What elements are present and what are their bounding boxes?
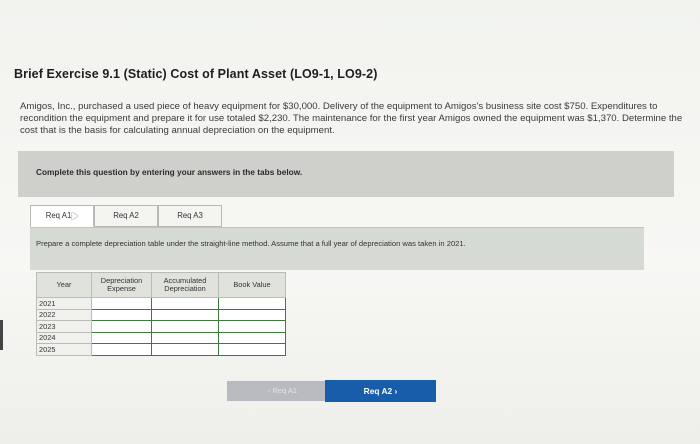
table-row: 2022 (36, 308, 286, 321)
exercise-intro: Amigos, Inc., purchased a used piece of … (20, 101, 683, 136)
accumulated-depreciation-input[interactable] (151, 308, 219, 321)
pointer-cursor-icon (72, 211, 79, 220)
year-cell: 2021 (36, 297, 92, 310)
page: Brief Exercise 9.1 (Static) Cost of Plan… (0, 0, 700, 444)
year-cell: 2025 (36, 343, 92, 356)
year-cell: 2022 (36, 308, 92, 321)
table-row: 2024 (36, 331, 286, 344)
tab-req-a3[interactable]: Req A3 (158, 205, 222, 227)
header-accumulated-depreciation: Accumulated Depreciation (151, 272, 219, 298)
prompt-text: Prepare a complete depreciation table un… (36, 239, 466, 248)
table-header-row: Year Depreciation Expense Accumulated De… (36, 272, 286, 298)
book-value-input[interactable] (218, 343, 286, 356)
tab-req-a2[interactable]: Req A2 (94, 205, 158, 227)
tab-label: Req A1 (45, 211, 72, 220)
header-year: Year (36, 272, 92, 298)
book-value-input[interactable] (218, 331, 286, 344)
exercise-title: Brief Exercise 9.1 (Static) Cost of Plan… (14, 67, 378, 81)
instruction-text: Complete this question by entering your … (36, 167, 303, 177)
tab-label: Req A2 (113, 211, 139, 220)
table-row: 2023 (36, 320, 286, 333)
header-depreciation-expense: Depreciation Expense (91, 272, 152, 298)
instruction-bar: Complete this question by entering your … (18, 151, 674, 197)
book-value-input[interactable] (218, 297, 286, 310)
depreciation-expense-input[interactable] (91, 343, 152, 356)
table-row: 2021 (36, 297, 286, 310)
year-cell: 2024 (36, 331, 92, 344)
accumulated-depreciation-input[interactable] (151, 297, 219, 310)
accumulated-depreciation-input[interactable] (151, 320, 219, 333)
depreciation-table: Year Depreciation Expense Accumulated De… (36, 272, 286, 356)
edge-divider (0, 320, 3, 350)
prompt-panel: Prepare a complete depreciation table un… (30, 227, 644, 270)
depreciation-expense-input[interactable] (91, 331, 152, 344)
depreciation-expense-input[interactable] (91, 320, 152, 333)
next-req-button[interactable]: Req A2 › (325, 380, 436, 402)
prev-req-button[interactable]: ‹ Req A1 (227, 381, 338, 401)
depreciation-expense-input[interactable] (91, 308, 152, 321)
depreciation-expense-input[interactable] (91, 297, 152, 310)
year-cell: 2023 (36, 320, 92, 333)
table-row: 2025 (36, 343, 286, 356)
book-value-input[interactable] (218, 320, 286, 333)
book-value-input[interactable] (218, 308, 286, 321)
header-book-value: Book Value (218, 272, 286, 298)
tab-req-a1[interactable]: Req A1 (30, 205, 94, 227)
tab-label: Req A3 (177, 211, 203, 220)
accumulated-depreciation-input[interactable] (151, 343, 219, 356)
accumulated-depreciation-input[interactable] (151, 331, 219, 344)
